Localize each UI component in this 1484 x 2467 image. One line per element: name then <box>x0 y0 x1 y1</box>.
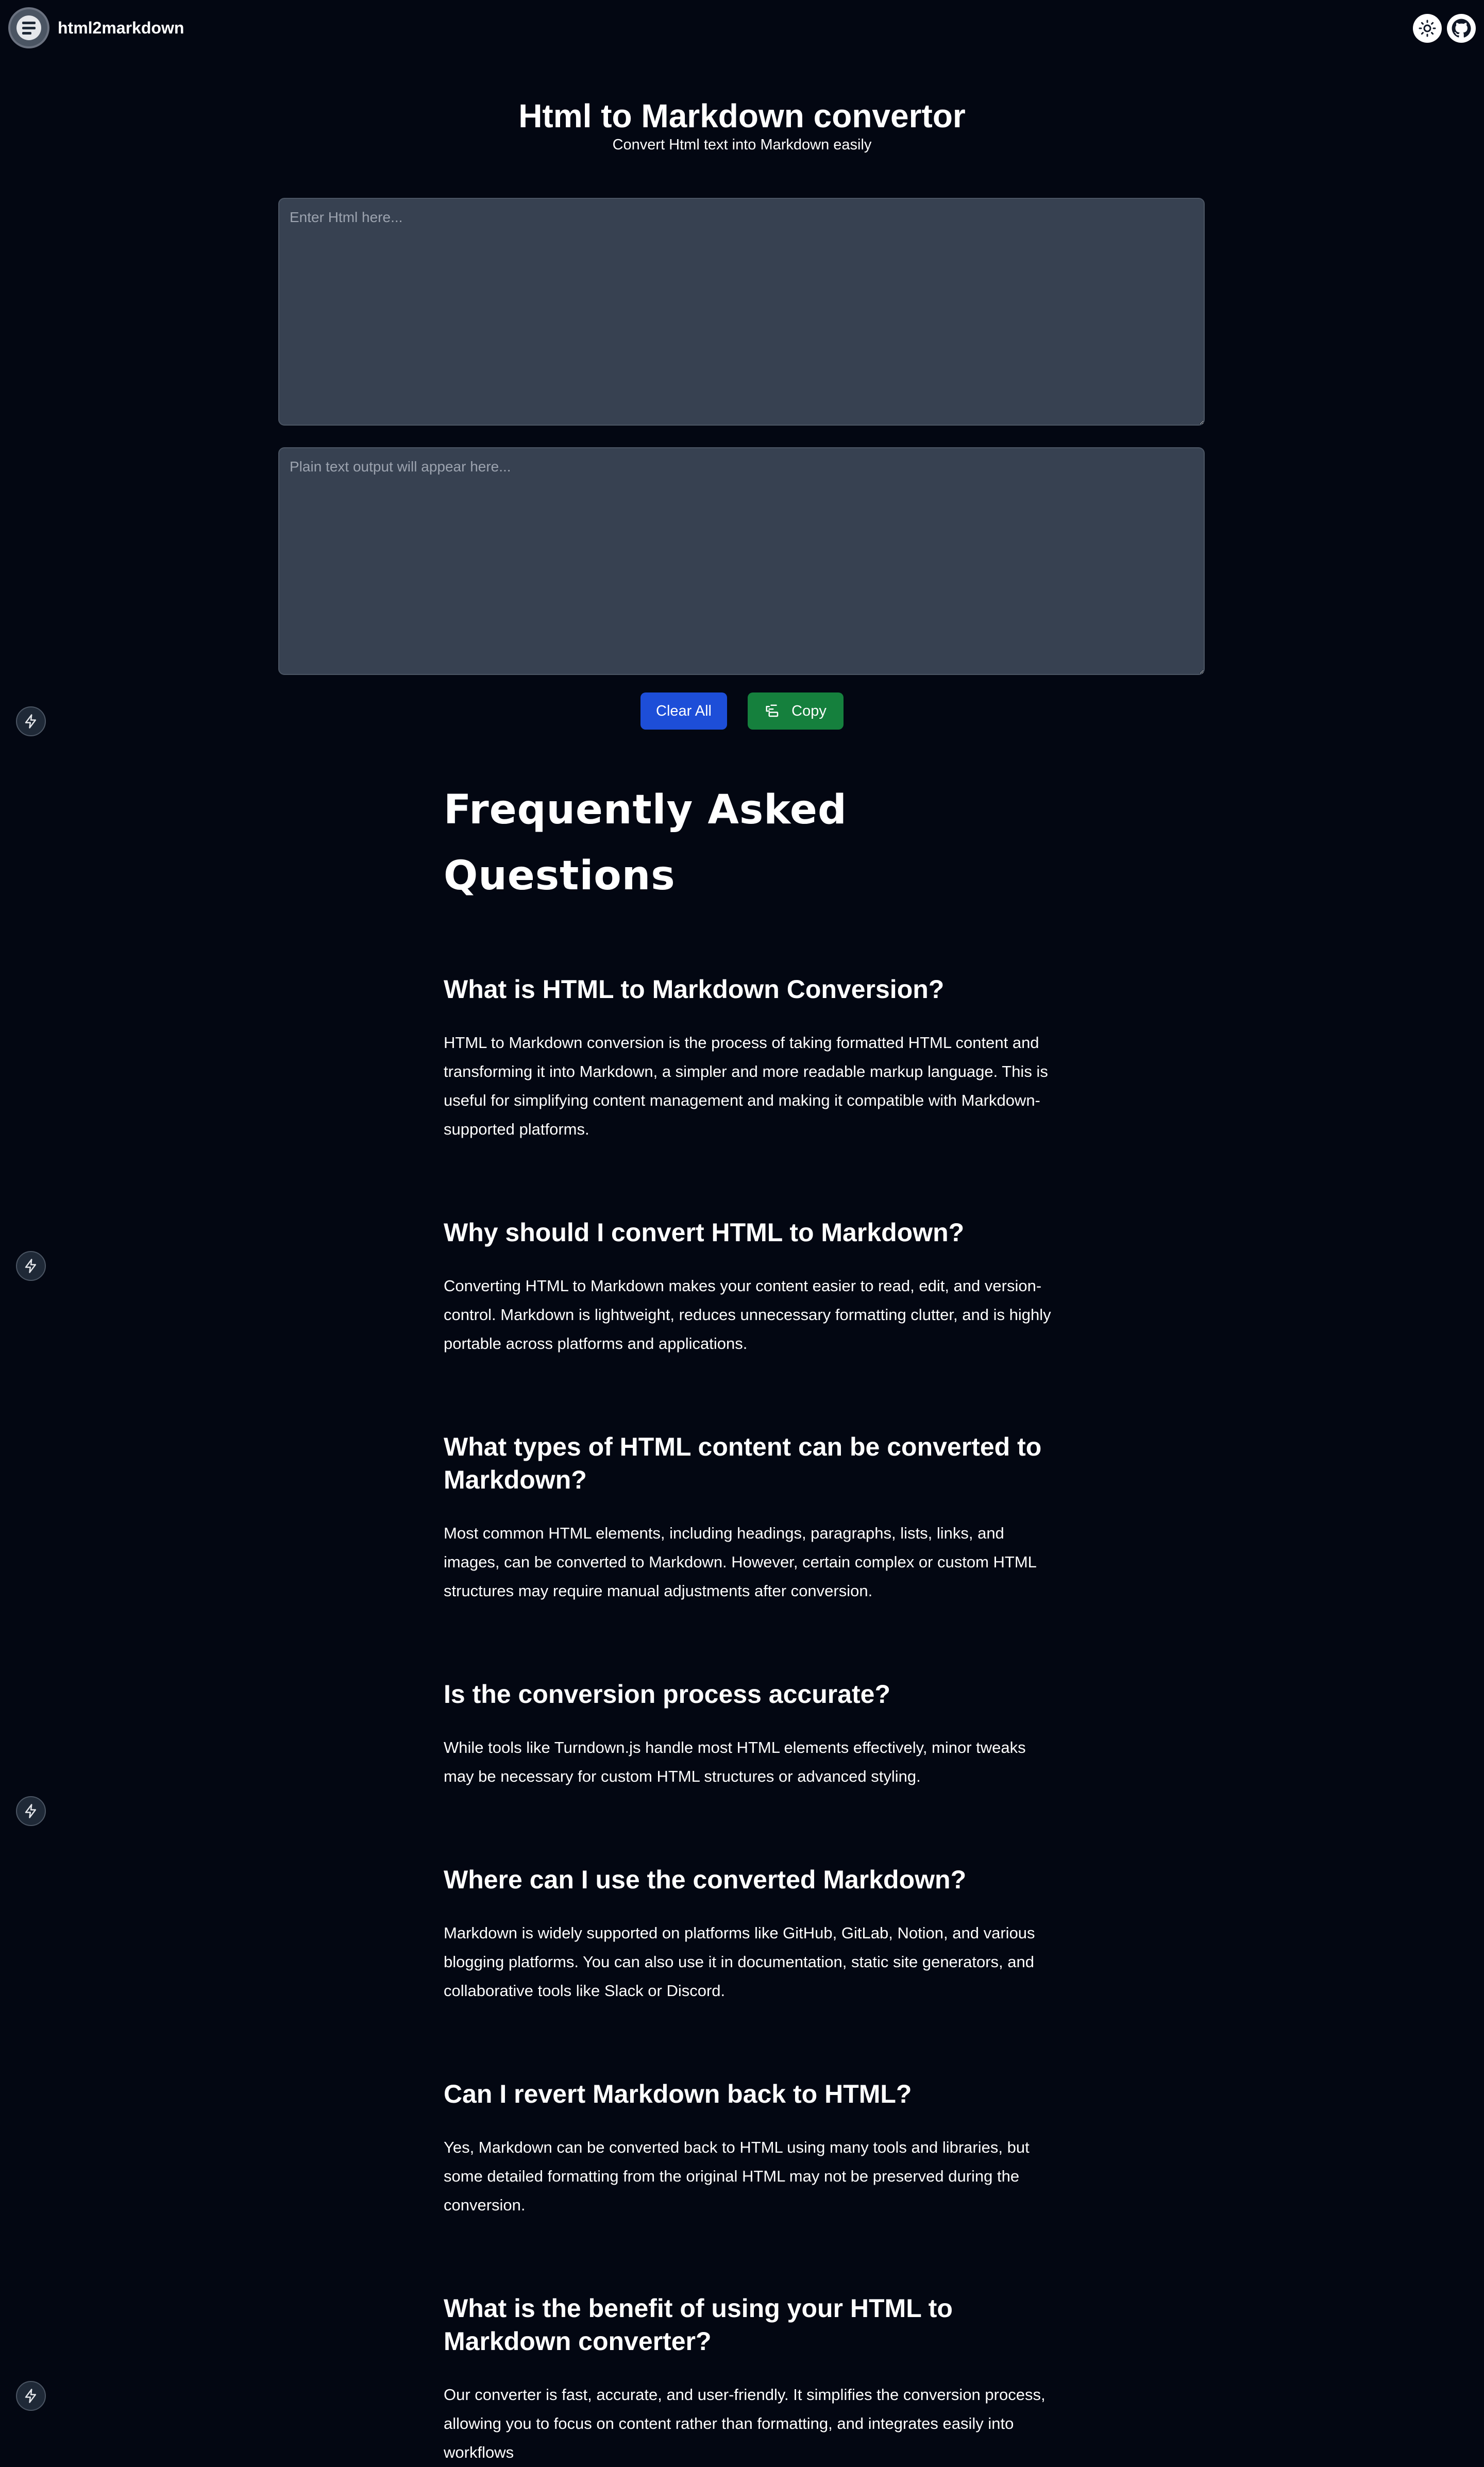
copy-label: Copy <box>791 702 827 719</box>
faq-question: Is the conversion process accurate? <box>444 1680 891 1709</box>
lightning-icon <box>25 714 36 729</box>
faq-answer: Our converter is fast, accurate, and use… <box>444 2386 1045 2461</box>
github-icon <box>1452 19 1471 38</box>
faq-answer: Most common HTML elements, including hea… <box>444 1524 1036 1600</box>
html-input-textarea[interactable] <box>278 198 1205 426</box>
copy-button[interactable]: Copy <box>748 692 844 730</box>
page-title: Html to Markdown convertor <box>518 97 966 134</box>
floating-action-button[interactable] <box>16 706 46 736</box>
theme-toggle-button[interactable] <box>1413 14 1442 43</box>
sun-icon <box>1419 20 1436 37</box>
faq-question: Where can I use the converted Markdown? <box>444 1865 967 1894</box>
faq-question: What is the benefit of using your HTML t… <box>444 2294 953 2356</box>
faq-item: Why should I convert HTML to Markdown? C… <box>444 1216 1052 1358</box>
faq-answer: While tools like Turndown.js handle most… <box>444 1738 1026 1785</box>
clear-all-button[interactable]: Clear All <box>640 692 727 730</box>
faq-item: What types of HTML content can be conver… <box>444 1430 1052 1606</box>
faq-question: What types of HTML content can be conver… <box>444 1432 1042 1494</box>
lightning-icon <box>25 2389 36 2403</box>
github-link-button[interactable] <box>1447 14 1476 43</box>
lightning-icon <box>25 1804 36 1818</box>
faq-item: Can I revert Markdown back to HTML? Yes,… <box>444 2077 1052 2220</box>
clear-all-label: Clear All <box>656 702 712 719</box>
faq-item: Where can I use the converted Markdown? … <box>444 1863 1052 2005</box>
faq-question: What is HTML to Markdown Conversion? <box>444 975 945 1004</box>
floating-action-button[interactable] <box>16 2381 46 2411</box>
faq-answer: HTML to Markdown conversion is the proce… <box>444 1034 1048 1138</box>
faq-item: Is the conversion process accurate? Whil… <box>444 1678 1052 1791</box>
faq-question: Can I revert Markdown back to HTML? <box>444 2080 912 2108</box>
faq-answer: Yes, Markdown can be converted back to H… <box>444 2138 1030 2214</box>
faq-question: Why should I convert HTML to Markdown? <box>444 1218 965 1247</box>
copy-icon <box>766 704 779 717</box>
faq-answer: Markdown is widely supported on platform… <box>444 1924 1035 2000</box>
faq-item: What is HTML to Markdown Conversion? HTM… <box>444 973 1052 1144</box>
floating-action-button[interactable] <box>16 1251 46 1281</box>
brand-name[interactable]: html2markdown <box>58 19 184 38</box>
faq-section: Frequently Asked Questions What is HTML … <box>444 777 1052 2467</box>
faq-item: What is the benefit of using your HTML t… <box>444 2292 1052 2467</box>
floating-action-button[interactable] <box>16 1796 46 1826</box>
faq-title: Frequently Asked Questions <box>444 787 847 899</box>
markdown-output-textarea[interactable] <box>278 447 1205 675</box>
faq-answer: Converting HTML to Markdown makes your c… <box>444 1277 1051 1353</box>
page-subtitle: Convert Html text into Markdown easily <box>612 137 872 153</box>
lightning-icon <box>25 1259 36 1273</box>
avatar-logo[interactable] <box>8 7 49 48</box>
top-bar: html2markdown <box>0 0 1484 57</box>
